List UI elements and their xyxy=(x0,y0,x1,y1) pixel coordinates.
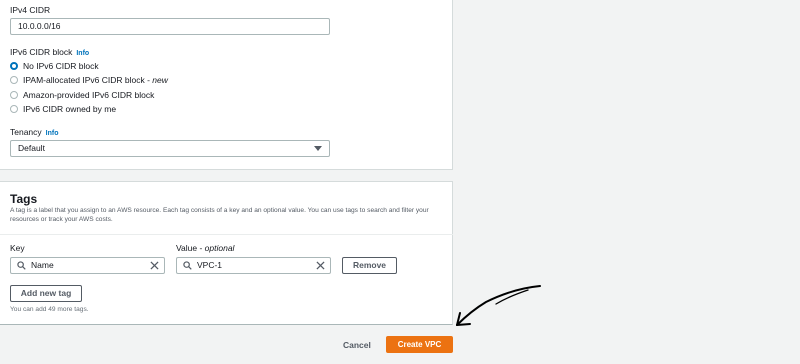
tenancy-select-value: Default xyxy=(18,143,45,153)
clear-icon[interactable] xyxy=(316,261,325,270)
vpc-settings-panel: IPv4 CIDR 10.0.0.0/16 IPv6 CIDR block Inf… xyxy=(0,0,453,170)
ipv4-cidr-input[interactable]: 10.0.0.0/16 xyxy=(10,18,330,35)
add-new-tag-button[interactable]: Add new tag xyxy=(10,285,82,302)
caret-down-icon xyxy=(314,146,322,151)
radio-ipam-ipv6-label: IPAM-allocated IPv6 CIDR block - new xyxy=(23,75,168,85)
ipv6-cidr-label: IPv6 CIDR block Info xyxy=(10,47,89,57)
optional-hint: optional xyxy=(204,243,235,253)
tenancy-info-link[interactable]: Info xyxy=(46,130,59,137)
value-column-header: Value - optional xyxy=(176,243,234,253)
radio-owned-ipv6[interactable] xyxy=(10,105,18,113)
create-vpc-button[interactable]: Create VPC xyxy=(386,336,453,353)
tags-description: A tag is a label that you assign to an A… xyxy=(10,207,429,223)
new-badge: new xyxy=(152,75,168,85)
search-icon xyxy=(17,261,26,270)
remove-tag-button[interactable]: Remove xyxy=(342,257,397,274)
cancel-button[interactable]: Cancel xyxy=(343,340,371,350)
ipv6-cidr-label-text: IPv6 CIDR block xyxy=(10,47,73,57)
value-header-text: Value - xyxy=(176,243,205,253)
search-icon xyxy=(183,261,192,270)
radio-ipam-ipv6[interactable] xyxy=(10,76,18,84)
radio-no-ipv6[interactable] xyxy=(10,62,18,70)
radio-ipam-ipv6-text: IPAM-allocated IPv6 CIDR block - xyxy=(23,75,153,85)
tags-panel xyxy=(0,181,453,325)
radio-amazon-ipv6-label: Amazon-provided IPv6 CIDR block xyxy=(23,90,155,100)
radio-owned-ipv6-label: IPv6 CIDR owned by me xyxy=(23,104,117,114)
tag-key-value: Name xyxy=(31,260,54,270)
tag-key-input[interactable]: Name xyxy=(10,257,165,274)
tag-value-value: VPC-1 xyxy=(197,260,223,270)
tenancy-label: Tenancy Info xyxy=(10,127,59,137)
ipv4-cidr-label: IPv4 CIDR xyxy=(10,5,51,15)
clear-icon[interactable] xyxy=(150,261,159,270)
radio-amazon-ipv6[interactable] xyxy=(10,91,18,99)
radio-no-ipv6-label: No IPv6 CIDR block xyxy=(23,61,99,71)
tag-value-input[interactable]: VPC-1 xyxy=(176,257,331,274)
annotation-arrow-icon xyxy=(456,285,541,326)
ipv6-info-link[interactable]: Info xyxy=(76,50,89,57)
tags-title: Tags xyxy=(10,192,38,206)
tenancy-label-text: Tenancy xyxy=(10,127,42,137)
tags-divider xyxy=(0,234,453,235)
key-column-header: Key xyxy=(10,243,25,253)
tenancy-select[interactable]: Default xyxy=(10,140,330,157)
remaining-tags-note: You can add 49 more tags. xyxy=(10,306,89,313)
